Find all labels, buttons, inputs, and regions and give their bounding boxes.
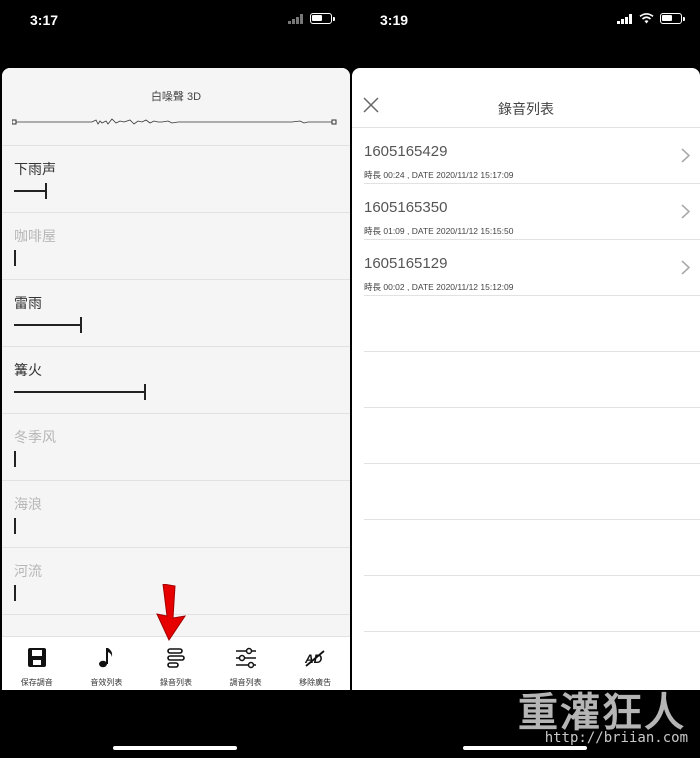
volume-slider[interactable] [14,384,334,400]
volume-handle[interactable] [14,585,16,601]
sound-name: 冬季风 [14,429,56,445]
sound-row: 篝火 [2,347,350,414]
empty-row [364,464,700,520]
recording-list-icon [167,648,185,668]
volume-slider[interactable] [14,451,334,467]
volume-handle[interactable] [14,250,16,266]
empty-row [364,576,700,632]
empty-row [364,352,700,408]
remove-ads-icon: AD [304,650,325,667]
empty-row [364,296,700,352]
volume-level-line [14,190,46,192]
page-title: 錄音列表 [498,101,554,117]
tab-recording-list[interactable]: 錄音列表 [141,637,211,690]
recording-id: 1605165129 [364,255,448,272]
volume-slider[interactable] [14,250,334,266]
recording-id: 1605165429 [364,143,448,160]
right-phone-screen: 3:19 錄音列表 1605165429 時長 00:24 , DATE 202… [350,0,700,758]
sound-name: 篝火 [14,362,42,378]
recording-row[interactable]: 1605165129 時長 00:02 , DATE 2020/11/12 15… [364,240,700,296]
watermark: 重灌狂人 http://briian.com [490,680,700,758]
volume-level-line [14,391,145,393]
recording-row[interactable]: 1605165429 時長 00:24 , DATE 2020/11/12 15… [364,128,700,184]
volume-handle[interactable] [14,451,16,467]
recording-row[interactable]: 1605165350 時長 01:09 , DATE 2020/11/12 15… [364,184,700,240]
status-bar: 3:19 [350,0,700,44]
music-note-icon [99,648,113,668]
home-indicator[interactable] [113,746,237,750]
tab-save-mix[interactable]: 保存調音 [2,637,72,690]
sound-row: 雷雨 [2,280,350,347]
status-icons [288,13,335,24]
volume-handle[interactable] [14,518,16,534]
watermark-url: http://briian.com [544,730,688,746]
red-arrow-annotation [156,584,187,642]
recording-id: 1605165350 [364,199,448,216]
sliders-icon [235,647,256,669]
battery-icon [310,13,335,24]
wifi-icon [639,13,654,24]
sound-name: 咖啡屋 [14,228,56,244]
tab-label: 調音列表 [229,678,262,687]
volume-handle[interactable] [45,183,47,199]
tab-sound-list[interactable]: 音效列表 [72,637,142,690]
status-icons [617,13,685,24]
save-icon [27,648,46,667]
recording-list-sheet: 錄音列表 1605165429 時長 00:24 , DATE 2020/11/… [352,68,700,690]
status-time: 3:17 [30,12,59,28]
volume-level-line [14,324,81,326]
signal-icon [617,13,632,24]
volume-slider[interactable] [14,183,334,199]
volume-handle[interactable] [80,317,82,333]
recording-meta: 時長 01:09 , DATE 2020/11/12 15:15:50 [364,226,514,236]
sound-name: 雷雨 [14,295,42,311]
recording-meta: 時長 00:24 , DATE 2020/11/12 15:17:09 [364,170,514,180]
signal-icon [288,13,303,24]
empty-row [364,408,700,464]
sound-row: 咖啡屋 [2,213,350,280]
sound-name: 河流 [14,563,42,579]
bottom-tab-bar: 保存調音 音效列表 錄音列表 調音列表 移除廣告 [2,636,350,690]
sound-row: 冬季风 [2,414,350,481]
tab-label: 保存調音 [20,678,53,687]
status-bar: 3:17 [0,0,350,44]
left-phone-screen: 3:17 白噪聲 3D 下雨声 咖啡屋 雷雨 篝火 冬季风 海浪 河流 保存調音… [0,0,350,758]
volume-slider[interactable] [14,518,334,534]
status-time: 3:19 [380,12,409,28]
battery-icon [660,13,685,24]
sound-row: 海浪 [2,481,350,548]
tab-label: 音效列表 [90,678,123,687]
tab-mix-list[interactable]: 調音列表 [211,637,281,690]
empty-row [364,520,700,576]
sound-name: 海浪 [14,496,42,512]
tab-remove-ads[interactable]: AD 移除廣告 [280,637,350,690]
recording-meta: 時長 00:02 , DATE 2020/11/12 15:12:09 [364,282,514,292]
sound-row: 下雨声 [2,146,350,213]
mix-header: 白噪聲 3D [2,68,350,146]
waveform-scrubber[interactable] [12,115,340,131]
volume-slider[interactable] [14,317,334,333]
chevron-right-icon [681,260,690,275]
sound-name: 下雨声 [14,161,56,177]
volume-handle[interactable] [144,384,146,400]
tab-label: 錄音列表 [159,678,192,687]
mix-title: 白噪聲 3D [150,91,202,103]
chevron-right-icon [681,204,690,219]
chevron-right-icon [681,148,690,163]
tab-label: 移除廣告 [299,678,332,687]
recording-list-header: 錄音列表 [352,68,700,128]
sound-list: 下雨声咖啡屋雷雨篝火冬季风海浪河流 [2,146,350,615]
